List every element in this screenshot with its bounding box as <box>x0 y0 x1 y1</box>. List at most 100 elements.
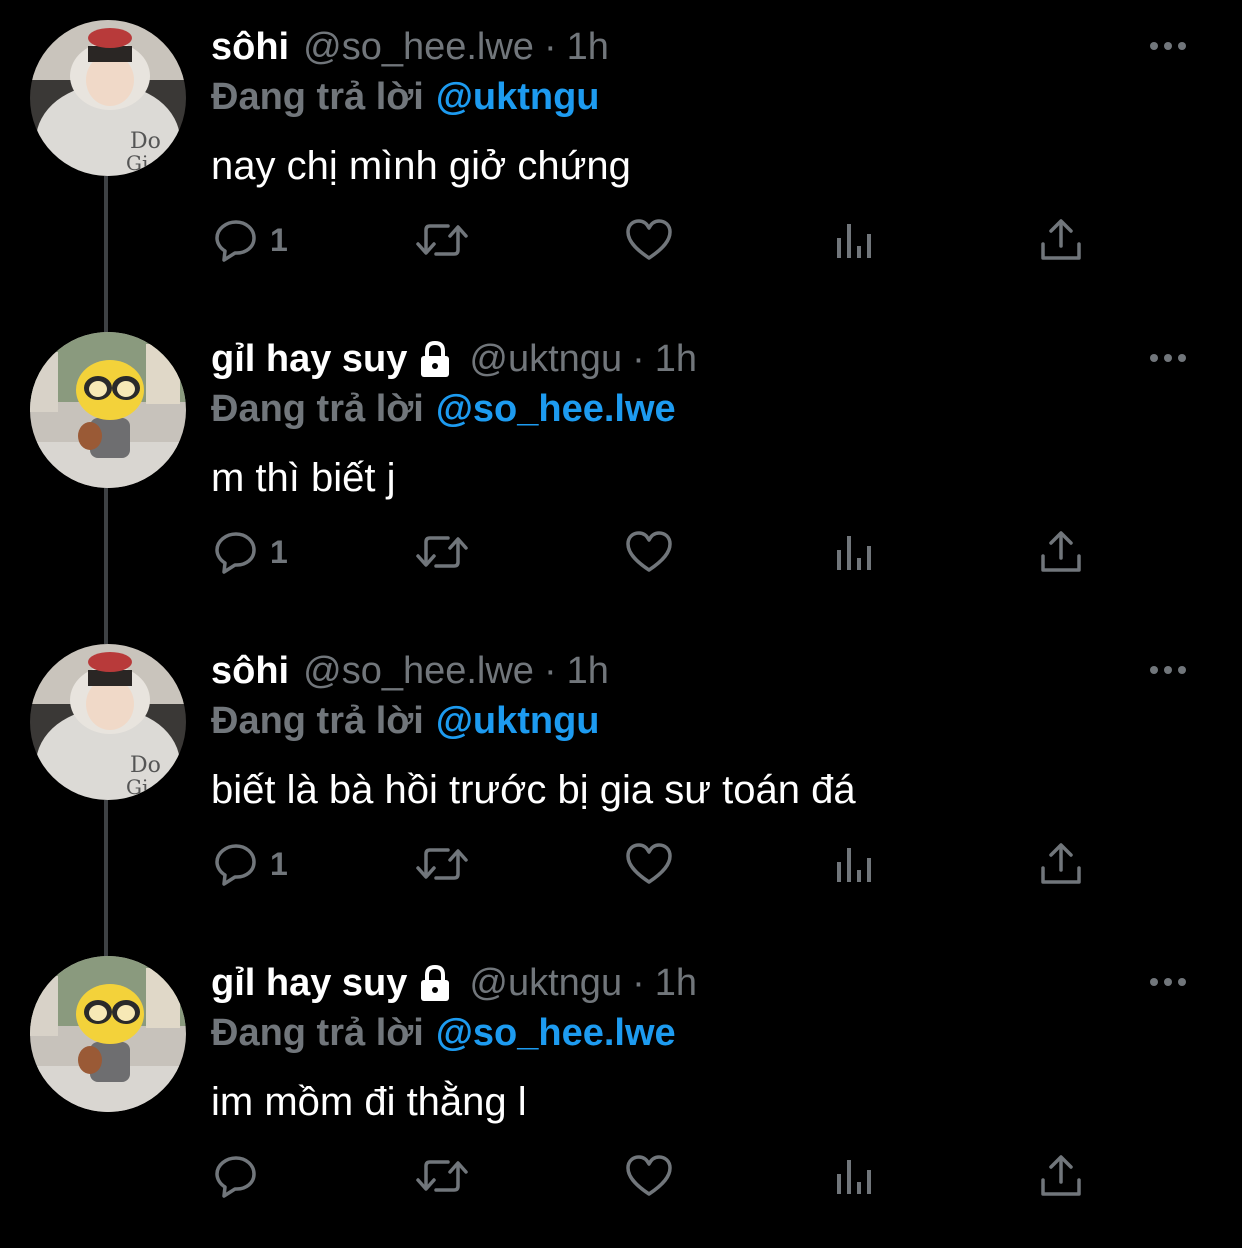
like-button[interactable] <box>624 210 674 270</box>
replying-to: Đang trả lời @so_hee.lwe <box>211 1012 676 1055</box>
action-bar: 1 <box>212 210 1092 270</box>
username[interactable]: @uktngu <box>469 962 622 1005</box>
views-icon <box>837 1160 871 1194</box>
like-button[interactable] <box>624 834 674 894</box>
avatar[interactable] <box>30 332 186 488</box>
avatar-image: Do Gi <box>30 644 186 800</box>
separator: · <box>543 649 557 692</box>
avatar-image: Do Gi <box>30 20 186 176</box>
reply-count: 1 <box>270 845 288 882</box>
display-name[interactable]: sôhi <box>211 26 289 69</box>
views-button[interactable] <box>834 522 878 582</box>
avatar[interactable] <box>30 956 186 1112</box>
username[interactable]: @uktngu <box>469 338 622 381</box>
more-icon[interactable] <box>1148 34 1188 58</box>
views-button[interactable] <box>834 834 878 894</box>
reply-count: 1 <box>270 533 288 570</box>
like-button[interactable] <box>624 1146 674 1206</box>
retweet-button[interactable] <box>414 210 470 270</box>
views-button[interactable] <box>834 210 878 270</box>
like-icon <box>626 843 672 884</box>
reply-icon <box>215 220 256 262</box>
timestamp[interactable]: 1h <box>567 650 609 693</box>
views-button[interactable] <box>834 1146 878 1206</box>
reply-button[interactable] <box>212 1146 270 1206</box>
tweet-header: gỉl hay suy @uktngu · 1h <box>211 958 697 1008</box>
avatar-image <box>30 332 186 488</box>
mention-link[interactable]: @uktngu <box>436 76 600 118</box>
mention-link[interactable]: @so_hee.lwe <box>436 388 676 430</box>
username[interactable]: @so_hee.lwe <box>303 650 534 693</box>
share-icon <box>1041 843 1081 884</box>
retweet-icon <box>416 536 468 568</box>
reply-button[interactable]: 1 <box>212 834 288 894</box>
share-button[interactable] <box>1038 210 1084 270</box>
like-button[interactable] <box>624 522 674 582</box>
retweet-icon <box>416 1160 468 1192</box>
more-icon[interactable] <box>1148 658 1188 682</box>
separator: · <box>543 25 557 68</box>
svg-text:Gi: Gi <box>126 151 148 175</box>
tweet-header: gỉl hay suy @uktngu · 1h <box>211 334 697 384</box>
tweet-text: im mồm đi thằng l <box>211 1080 527 1124</box>
tweet-header: sôhi @so_hee.lwe · 1h <box>211 22 609 72</box>
timestamp[interactable]: 1h <box>655 338 697 381</box>
tweet-text: nay chị mình giở chứng <box>211 144 631 188</box>
username[interactable]: @so_hee.lwe <box>303 26 534 69</box>
replying-to: Đang trả lời @so_hee.lwe <box>211 388 676 431</box>
share-button[interactable] <box>1038 1146 1084 1206</box>
replying-to-label: Đang trả lời <box>211 76 424 118</box>
views-icon <box>837 536 871 570</box>
svg-text:Gi: Gi <box>126 775 148 799</box>
replying-to: Đang trả lời @uktngu <box>211 700 600 743</box>
display-name[interactable]: gỉl hay suy <box>211 962 407 1005</box>
reply-button[interactable]: 1 <box>212 522 288 582</box>
tweet[interactable]: gỉl hay suy @uktngu · 1h Đang trả lời @so… <box>0 936 1242 1248</box>
replying-to-label: Đang trả lời <box>211 1012 424 1054</box>
share-icon <box>1041 531 1081 572</box>
display-name[interactable]: sôhi <box>211 650 289 693</box>
separator: · <box>632 337 645 380</box>
separator: · <box>632 961 645 1004</box>
replying-to-label: Đang trả lời <box>211 388 424 430</box>
retweet-icon <box>416 848 468 880</box>
reply-count: 1 <box>270 221 288 258</box>
reply-icon <box>215 532 256 574</box>
more-icon[interactable] <box>1148 970 1188 994</box>
share-button[interactable] <box>1038 834 1084 894</box>
reply-icon <box>215 844 256 886</box>
share-button[interactable] <box>1038 522 1084 582</box>
reply-icon <box>215 1156 256 1198</box>
tweet-header: sôhi @so_hee.lwe · 1h <box>211 646 609 696</box>
tweet-text: biết là bà hồi trước bị gia sư toán đá <box>211 768 856 812</box>
more-icon[interactable] <box>1148 346 1188 370</box>
display-name[interactable]: gỉl hay suy <box>211 338 407 381</box>
lock-icon <box>421 340 450 377</box>
replying-to-label: Đang trả lời <box>211 700 424 742</box>
share-icon <box>1041 219 1081 260</box>
avatar[interactable]: Do Gi <box>30 20 186 176</box>
timestamp[interactable]: 1h <box>655 962 697 1005</box>
timestamp[interactable]: 1h <box>567 26 609 69</box>
action-bar: 1 <box>212 522 1092 582</box>
tweet[interactable]: gỉl hay suy @uktngu · 1h Đang trả lời @so… <box>0 312 1242 624</box>
replying-to: Đang trả lời @uktngu <box>211 76 600 119</box>
reply-button[interactable]: 1 <box>212 210 288 270</box>
mention-link[interactable]: @so_hee.lwe <box>436 1012 676 1054</box>
conversation-thread: Do Gi sôhi @so_hee.lwe · 1h Đang trả lời… <box>0 0 1242 1236</box>
retweet-button[interactable] <box>414 522 470 582</box>
retweet-button[interactable] <box>414 834 470 894</box>
avatar[interactable]: Do Gi <box>30 644 186 800</box>
like-icon <box>626 219 672 260</box>
lock-icon <box>421 964 450 1001</box>
views-icon <box>837 848 871 882</box>
tweet[interactable]: Do Gi sôhi @so_hee.lwe · 1h Đang trả lời… <box>0 624 1242 936</box>
action-bar <box>212 1146 1092 1206</box>
action-bar: 1 <box>212 834 1092 894</box>
tweet-text: m thì biết j <box>211 456 396 500</box>
avatar-image <box>30 956 186 1112</box>
tweet[interactable]: Do Gi sôhi @so_hee.lwe · 1h Đang trả lời… <box>0 0 1242 312</box>
views-icon <box>837 224 871 258</box>
retweet-button[interactable] <box>414 1146 470 1206</box>
mention-link[interactable]: @uktngu <box>436 700 600 742</box>
